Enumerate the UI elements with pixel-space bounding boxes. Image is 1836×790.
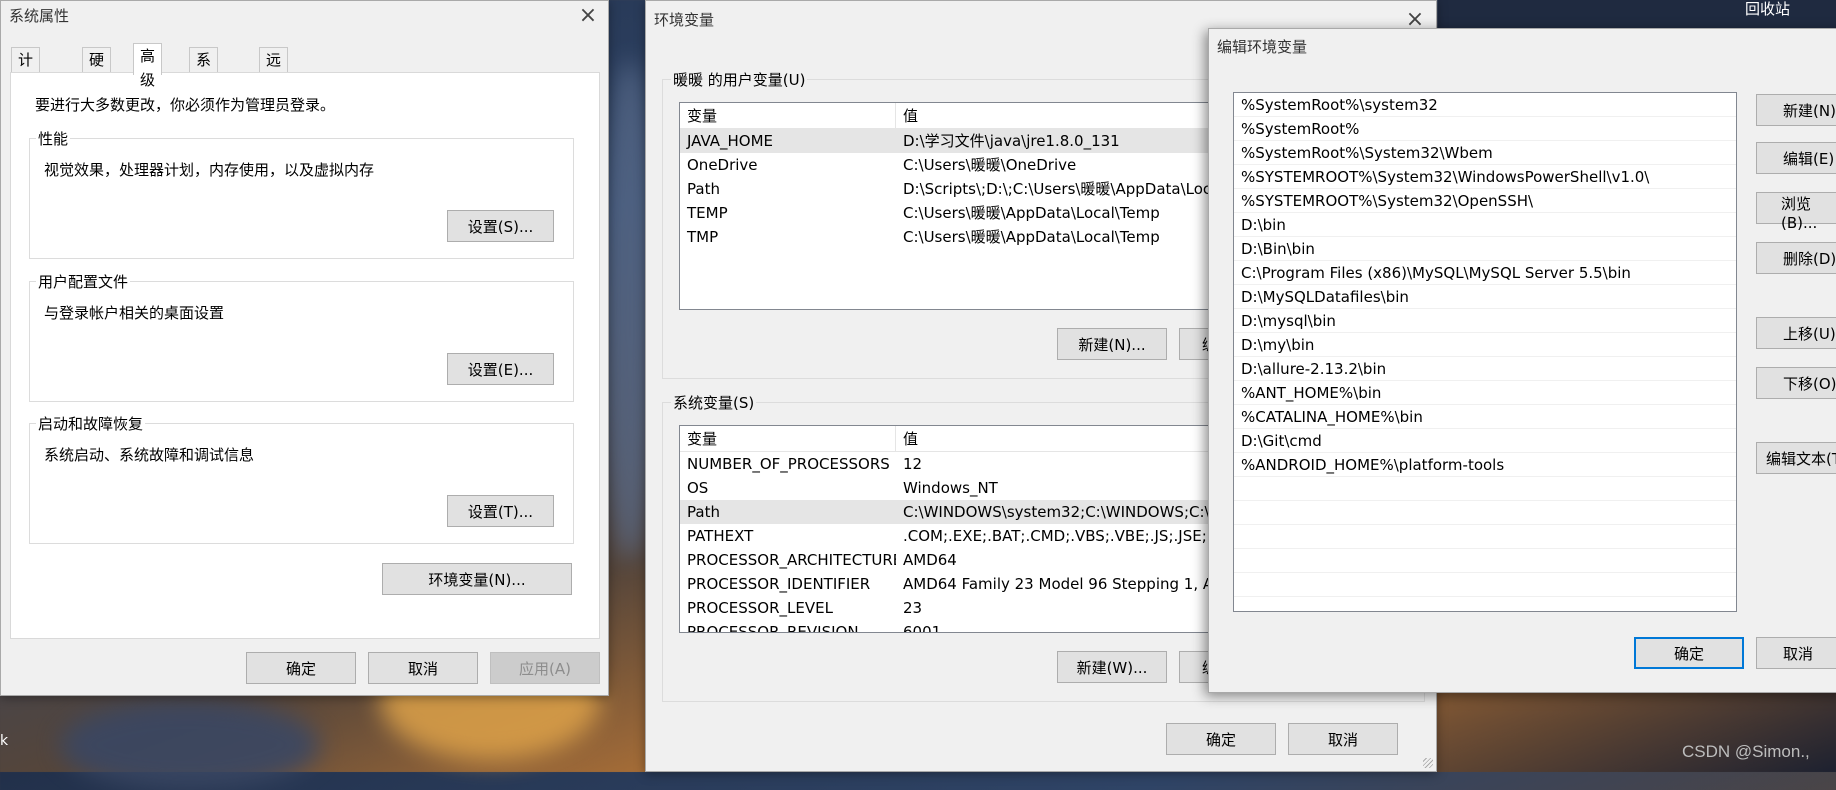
tab-computer-name[interactable]: 计算机名 — [11, 47, 41, 141]
performance-desc: 视觉效果，处理器计划，内存使用，以及虚拟内存 — [44, 161, 375, 179]
move-down-button[interactable]: 下移(O) — [1756, 367, 1836, 399]
tab-remote[interactable]: 远程 — [259, 47, 289, 93]
edit-text-button[interactable]: 编辑文本(T)... — [1756, 442, 1836, 474]
path-item[interactable]: %SystemRoot%\System32\Wbem — [1234, 141, 1736, 165]
variable-name: TEMP — [687, 204, 728, 222]
startup-recovery-desc: 系统启动、系统故障和调试信息 — [44, 446, 255, 464]
delete-path-button[interactable]: 删除(D) — [1756, 242, 1836, 274]
variable-name: OS — [687, 479, 709, 497]
path-item[interactable]: D:\MySQLDatafiles\bin — [1234, 285, 1736, 309]
path-item[interactable]: %SystemRoot% — [1234, 117, 1736, 141]
column-variable[interactable]: 变量 — [680, 103, 896, 128]
ok-button[interactable]: 确定 — [1166, 723, 1276, 755]
tab-advanced[interactable]: 高级 — [133, 43, 163, 89]
window-title: 编辑环境变量 — [1217, 38, 1308, 56]
variable-name: PROCESSOR_ARCHITECTURE — [687, 551, 896, 569]
user-profiles-group: 用户配置文件 与登录帐户相关的桌面设置 设置(E)... — [29, 271, 574, 402]
variable-name: Path — [687, 180, 720, 198]
path-item[interactable]: %CATALINA_HOME%\bin — [1234, 405, 1736, 429]
path-item[interactable]: D:\bin — [1234, 213, 1736, 237]
path-item[interactable]: D:\my\bin — [1234, 333, 1736, 357]
edit-path-button[interactable]: 编辑(E) — [1756, 142, 1836, 174]
path-list[interactable]: %SystemRoot%\system32 %SystemRoot% %Syst… — [1233, 92, 1737, 612]
path-item[interactable]: %SYSTEMROOT%\System32\OpenSSH\ — [1234, 189, 1736, 213]
cancel-button[interactable]: 取消 — [1288, 723, 1398, 755]
path-item[interactable]: %SYSTEMROOT%\System32\WindowsPowerShell\… — [1234, 165, 1736, 189]
variable-name: PATHEXT — [687, 527, 754, 545]
system-properties-window: 系统属性 × 计算机名 硬件 高级 系统保护 远程 要进行大多数更改，你必须作为… — [0, 0, 609, 696]
column-variable[interactable]: 变量 — [680, 426, 896, 451]
user-profiles-settings-button[interactable]: 设置(E)... — [447, 353, 554, 385]
admin-note: 要进行大多数更改，你必须作为管理员登录。 — [35, 96, 336, 114]
variable-name: TMP — [687, 228, 719, 246]
variable-name: PROCESSOR_REVISION — [687, 623, 859, 633]
close-icon[interactable]: × — [577, 5, 599, 27]
environment-variables-button[interactable]: 环境变量(N)... — [382, 563, 572, 595]
user-profiles-label: 用户配置文件 — [36, 271, 131, 292]
variable-name: Path — [687, 503, 720, 521]
edit-environment-variable-window: 编辑环境变量 %SystemRoot%\system32 %SystemRoot… — [1208, 28, 1836, 693]
empty-row[interactable] — [1234, 525, 1736, 549]
watermark: CSDN @Simon., — [1682, 742, 1810, 761]
cancel-button[interactable]: 取消 — [1756, 637, 1836, 669]
variable-name: NUMBER_OF_PROCESSORS — [687, 455, 890, 473]
path-item[interactable]: C:\Program Files (x86)\MySQL\MySQL Serve… — [1234, 261, 1736, 285]
performance-group: 性能 视觉效果，处理器计划，内存使用，以及虚拟内存 设置(S)... — [29, 128, 574, 259]
ok-button[interactable]: 确定 — [1634, 637, 1744, 669]
path-item[interactable]: D:\allure-2.13.2\bin — [1234, 357, 1736, 381]
apply-button[interactable]: 应用(A) — [490, 652, 600, 684]
tab-hardware[interactable]: 硬件 — [82, 47, 112, 93]
user-variables-label: 暖暖 的用户变量(U) — [671, 69, 808, 90]
move-up-button[interactable]: 上移(U) — [1756, 317, 1836, 349]
system-new-button[interactable]: 新建(W)... — [1057, 651, 1167, 683]
path-item[interactable]: D:\mysql\bin — [1234, 309, 1736, 333]
variable-name: PROCESSOR_IDENTIFIER — [687, 575, 871, 593]
path-item[interactable]: D:\Bin\bin — [1234, 237, 1736, 261]
path-item[interactable]: %ANT_HOME%\bin — [1234, 381, 1736, 405]
variable-name: JAVA_HOME — [687, 132, 774, 150]
empty-row[interactable] — [1234, 549, 1736, 573]
desktop-edge-text: k — [0, 733, 9, 749]
variable-name: OneDrive — [687, 156, 758, 174]
system-variables-label: 系统变量(S) — [671, 392, 757, 413]
new-path-button[interactable]: 新建(N) — [1756, 94, 1836, 126]
tab-system-protection[interactable]: 系统保护 — [189, 47, 219, 141]
performance-settings-button[interactable]: 设置(S)... — [447, 210, 554, 242]
path-item[interactable]: %SystemRoot%\system32 — [1234, 93, 1736, 117]
variable-name: PROCESSOR_LEVEL — [687, 599, 833, 617]
startup-recovery-settings-button[interactable]: 设置(T)... — [447, 495, 554, 527]
ok-button[interactable]: 确定 — [246, 652, 356, 684]
user-profiles-desc: 与登录帐户相关的桌面设置 — [44, 304, 225, 322]
performance-label: 性能 — [36, 128, 71, 149]
recycle-bin-label[interactable]: 回收站 — [1745, 0, 1790, 19]
empty-row[interactable] — [1234, 573, 1736, 597]
startup-recovery-label: 启动和故障恢复 — [36, 413, 146, 434]
advanced-tab-panel: 要进行大多数更改，你必须作为管理员登录。 性能 视觉效果，处理器计划，内存使用，… — [10, 72, 600, 639]
path-item[interactable]: D:\Git\cmd — [1234, 429, 1736, 453]
path-item[interactable]: %ANDROID_HOME%\platform-tools — [1234, 453, 1736, 477]
resize-grip[interactable] — [1423, 758, 1433, 768]
cancel-button[interactable]: 取消 — [368, 652, 478, 684]
user-new-button[interactable]: 新建(N)... — [1057, 328, 1167, 360]
empty-row[interactable] — [1234, 501, 1736, 525]
window-title: 系统属性 — [9, 7, 70, 25]
startup-recovery-group: 启动和故障恢复 系统启动、系统故障和调试信息 设置(T)... — [29, 413, 574, 544]
empty-row[interactable] — [1234, 477, 1736, 501]
browse-button[interactable]: 浏览(B)... — [1756, 192, 1836, 232]
